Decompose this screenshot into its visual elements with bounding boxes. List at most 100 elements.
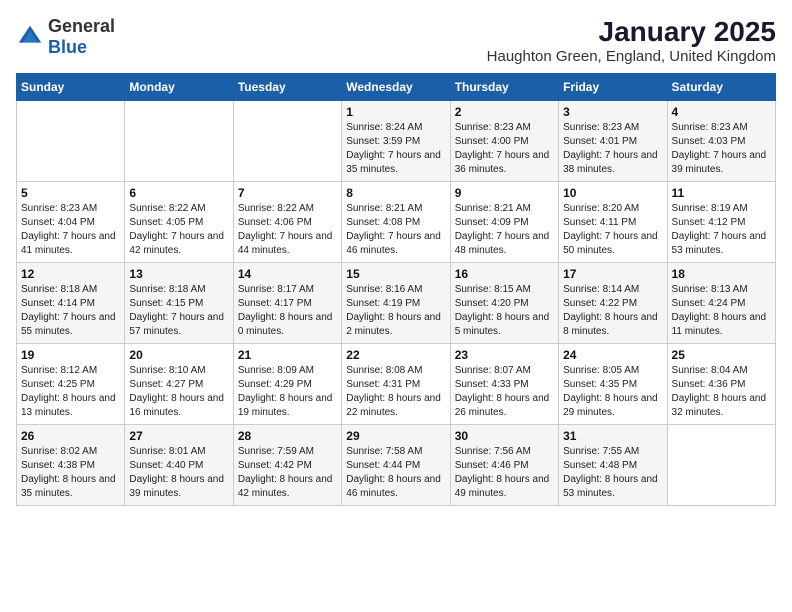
calendar-cell: 26 Sunrise: 8:02 AMSunset: 4:38 PMDaylig…	[17, 425, 125, 506]
day-info: Sunrise: 8:09 AMSunset: 4:29 PMDaylight:…	[238, 364, 337, 420]
day-number: 18	[672, 267, 771, 281]
day-info: Sunrise: 8:14 AMSunset: 4:22 PMDaylight:…	[563, 283, 662, 339]
calendar-cell: 30 Sunrise: 7:56 AMSunset: 4:46 PMDaylig…	[450, 425, 558, 506]
col-wednesday: Wednesday	[342, 74, 450, 101]
col-sunday: Sunday	[17, 74, 125, 101]
day-number: 27	[129, 429, 228, 443]
day-number: 29	[346, 429, 445, 443]
day-info: Sunrise: 8:08 AMSunset: 4:31 PMDaylight:…	[346, 364, 445, 420]
calendar-cell: 6 Sunrise: 8:22 AMSunset: 4:05 PMDayligh…	[125, 182, 233, 263]
calendar-cell: 18 Sunrise: 8:13 AMSunset: 4:24 PMDaylig…	[667, 263, 775, 344]
calendar-cell: 28 Sunrise: 7:59 AMSunset: 4:42 PMDaylig…	[233, 425, 341, 506]
day-number: 12	[21, 267, 120, 281]
col-friday: Friday	[559, 74, 667, 101]
day-number: 30	[455, 429, 554, 443]
day-info: Sunrise: 8:18 AMSunset: 4:15 PMDaylight:…	[129, 283, 228, 339]
calendar-week-row: 12 Sunrise: 8:18 AMSunset: 4:14 PMDaylig…	[17, 263, 776, 344]
calendar-cell: 17 Sunrise: 8:14 AMSunset: 4:22 PMDaylig…	[559, 263, 667, 344]
day-info: Sunrise: 8:04 AMSunset: 4:36 PMDaylight:…	[672, 364, 771, 420]
day-number: 4	[672, 105, 771, 119]
calendar-cell: 19 Sunrise: 8:12 AMSunset: 4:25 PMDaylig…	[17, 344, 125, 425]
title-block: January 2025 Haughton Green, England, Un…	[487, 16, 776, 65]
day-number: 7	[238, 186, 337, 200]
day-number: 8	[346, 186, 445, 200]
day-number: 5	[21, 186, 120, 200]
calendar-cell: 23 Sunrise: 8:07 AMSunset: 4:33 PMDaylig…	[450, 344, 558, 425]
calendar-cell: 2 Sunrise: 8:23 AMSunset: 4:00 PMDayligh…	[450, 101, 558, 182]
calendar-cell	[125, 101, 233, 182]
day-info: Sunrise: 8:12 AMSunset: 4:25 PMDaylight:…	[21, 364, 120, 420]
day-info: Sunrise: 7:59 AMSunset: 4:42 PMDaylight:…	[238, 445, 337, 501]
calendar-week-row: 1 Sunrise: 8:24 AMSunset: 3:59 PMDayligh…	[17, 101, 776, 182]
day-number: 28	[238, 429, 337, 443]
day-number: 10	[563, 186, 662, 200]
day-info: Sunrise: 7:56 AMSunset: 4:46 PMDaylight:…	[455, 445, 554, 501]
day-info: Sunrise: 8:23 AMSunset: 4:03 PMDaylight:…	[672, 121, 771, 177]
day-number: 19	[21, 348, 120, 362]
day-info: Sunrise: 8:18 AMSunset: 4:14 PMDaylight:…	[21, 283, 120, 339]
logo-icon	[16, 23, 44, 51]
calendar-title: January 2025	[487, 16, 776, 48]
day-number: 24	[563, 348, 662, 362]
calendar-subtitle: Haughton Green, England, United Kingdom	[487, 48, 776, 65]
calendar-cell: 14 Sunrise: 8:17 AMSunset: 4:17 PMDaylig…	[233, 263, 341, 344]
day-number: 23	[455, 348, 554, 362]
calendar-cell: 13 Sunrise: 8:18 AMSunset: 4:15 PMDaylig…	[125, 263, 233, 344]
calendar-week-row: 5 Sunrise: 8:23 AMSunset: 4:04 PMDayligh…	[17, 182, 776, 263]
logo-text: General Blue	[48, 16, 115, 58]
day-info: Sunrise: 8:05 AMSunset: 4:35 PMDaylight:…	[563, 364, 662, 420]
day-number: 22	[346, 348, 445, 362]
calendar-cell: 20 Sunrise: 8:10 AMSunset: 4:27 PMDaylig…	[125, 344, 233, 425]
calendar-cell: 3 Sunrise: 8:23 AMSunset: 4:01 PMDayligh…	[559, 101, 667, 182]
day-number: 3	[563, 105, 662, 119]
day-number: 21	[238, 348, 337, 362]
day-info: Sunrise: 8:24 AMSunset: 3:59 PMDaylight:…	[346, 121, 445, 177]
day-info: Sunrise: 8:21 AMSunset: 4:08 PMDaylight:…	[346, 202, 445, 258]
day-number: 13	[129, 267, 228, 281]
calendar-cell: 10 Sunrise: 8:20 AMSunset: 4:11 PMDaylig…	[559, 182, 667, 263]
day-info: Sunrise: 8:13 AMSunset: 4:24 PMDaylight:…	[672, 283, 771, 339]
day-info: Sunrise: 8:23 AMSunset: 4:04 PMDaylight:…	[21, 202, 120, 258]
day-number: 20	[129, 348, 228, 362]
calendar-cell: 9 Sunrise: 8:21 AMSunset: 4:09 PMDayligh…	[450, 182, 558, 263]
calendar-cell: 31 Sunrise: 7:55 AMSunset: 4:48 PMDaylig…	[559, 425, 667, 506]
page-header: General Blue January 2025 Haughton Green…	[16, 16, 776, 65]
calendar-cell: 15 Sunrise: 8:16 AMSunset: 4:19 PMDaylig…	[342, 263, 450, 344]
day-number: 11	[672, 186, 771, 200]
day-info: Sunrise: 8:23 AMSunset: 4:01 PMDaylight:…	[563, 121, 662, 177]
day-number: 6	[129, 186, 228, 200]
logo: General Blue	[16, 16, 115, 58]
calendar-table: Sunday Monday Tuesday Wednesday Thursday…	[16, 73, 776, 506]
calendar-cell: 22 Sunrise: 8:08 AMSunset: 4:31 PMDaylig…	[342, 344, 450, 425]
day-info: Sunrise: 8:22 AMSunset: 4:05 PMDaylight:…	[129, 202, 228, 258]
day-info: Sunrise: 8:21 AMSunset: 4:09 PMDaylight:…	[455, 202, 554, 258]
logo-general: General	[48, 16, 115, 36]
day-number: 26	[21, 429, 120, 443]
logo-blue: Blue	[48, 37, 87, 57]
calendar-cell: 27 Sunrise: 8:01 AMSunset: 4:40 PMDaylig…	[125, 425, 233, 506]
day-info: Sunrise: 8:16 AMSunset: 4:19 PMDaylight:…	[346, 283, 445, 339]
calendar-cell: 5 Sunrise: 8:23 AMSunset: 4:04 PMDayligh…	[17, 182, 125, 263]
day-number: 9	[455, 186, 554, 200]
day-number: 16	[455, 267, 554, 281]
day-info: Sunrise: 8:15 AMSunset: 4:20 PMDaylight:…	[455, 283, 554, 339]
day-info: Sunrise: 8:22 AMSunset: 4:06 PMDaylight:…	[238, 202, 337, 258]
day-number: 31	[563, 429, 662, 443]
day-info: Sunrise: 8:10 AMSunset: 4:27 PMDaylight:…	[129, 364, 228, 420]
day-info: Sunrise: 8:20 AMSunset: 4:11 PMDaylight:…	[563, 202, 662, 258]
calendar-cell: 4 Sunrise: 8:23 AMSunset: 4:03 PMDayligh…	[667, 101, 775, 182]
calendar-cell	[233, 101, 341, 182]
day-info: Sunrise: 8:17 AMSunset: 4:17 PMDaylight:…	[238, 283, 337, 339]
calendar-cell	[667, 425, 775, 506]
col-saturday: Saturday	[667, 74, 775, 101]
day-number: 15	[346, 267, 445, 281]
calendar-header-row: Sunday Monday Tuesday Wednesday Thursday…	[17, 74, 776, 101]
calendar-cell: 29 Sunrise: 7:58 AMSunset: 4:44 PMDaylig…	[342, 425, 450, 506]
day-number: 17	[563, 267, 662, 281]
calendar-cell: 11 Sunrise: 8:19 AMSunset: 4:12 PMDaylig…	[667, 182, 775, 263]
col-tuesday: Tuesday	[233, 74, 341, 101]
calendar-cell	[17, 101, 125, 182]
day-info: Sunrise: 7:55 AMSunset: 4:48 PMDaylight:…	[563, 445, 662, 501]
calendar-week-row: 19 Sunrise: 8:12 AMSunset: 4:25 PMDaylig…	[17, 344, 776, 425]
day-number: 2	[455, 105, 554, 119]
